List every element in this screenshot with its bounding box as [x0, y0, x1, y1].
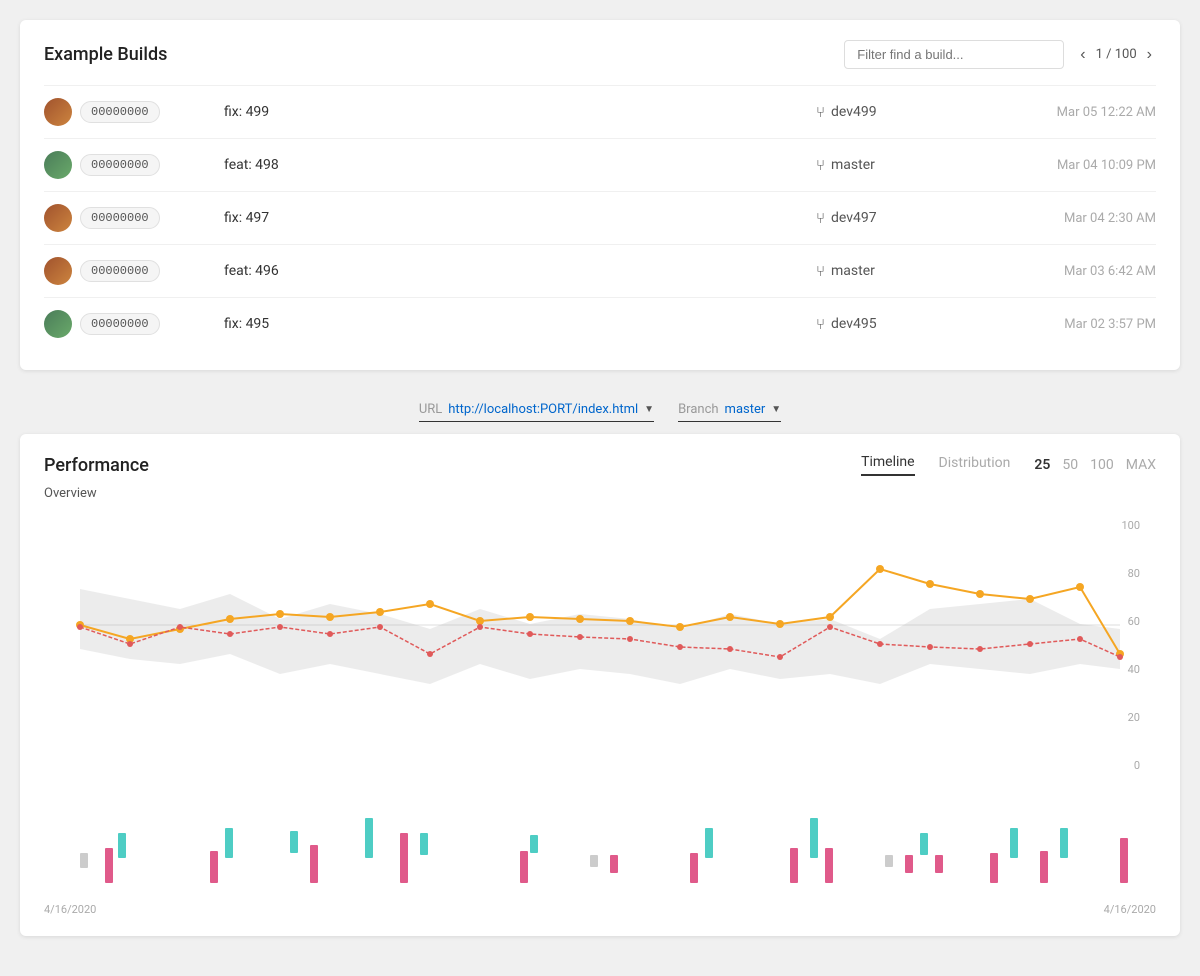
svg-text:60: 60 — [1128, 615, 1140, 628]
svg-text:20: 20 — [1128, 711, 1140, 724]
branch-label: Branch — [678, 402, 718, 417]
date-end: 4/16/2020 — [1104, 903, 1156, 916]
avatar — [44, 98, 72, 126]
build-branch: ⑂ master — [816, 156, 996, 174]
svg-text:40: 40 — [1128, 663, 1140, 676]
branch-icon: ⑂ — [816, 209, 825, 227]
pagination-label: 1 / 100 — [1096, 47, 1137, 62]
url-label: URL — [419, 402, 442, 417]
build-branch: ⑂ dev499 — [816, 103, 996, 121]
builds-title: Example Builds — [44, 44, 167, 65]
count-100[interactable]: 100 — [1090, 457, 1114, 473]
build-branch: ⑂ master — [816, 262, 996, 280]
avatar — [44, 151, 72, 179]
branch-control[interactable]: Branch master ▼ — [678, 402, 781, 422]
branch-dropdown-arrow: ▼ — [771, 404, 781, 415]
table-row[interactable]: 00000000 fix: 495 ⑂ dev495 Mar 02 3:57 P… — [44, 297, 1156, 350]
builds-controls: ‹ 1 / 100 › — [844, 40, 1156, 69]
build-date: Mar 05 12:22 AM — [996, 105, 1156, 120]
table-row[interactable]: 00000000 fix: 499 ⑂ dev499 Mar 05 12:22 … — [44, 85, 1156, 138]
build-id-wrap: 00000000 — [44, 98, 224, 126]
tab-timeline[interactable]: Timeline — [861, 454, 914, 476]
branch-name: dev497 — [831, 210, 877, 226]
date-labels: 4/16/2020 4/16/2020 — [44, 903, 1156, 916]
build-label: feat: 496 — [224, 263, 816, 279]
build-date: Mar 04 10:09 PM — [996, 158, 1156, 173]
builds-card: Example Builds ‹ 1 / 100 › 00000000 fix:… — [20, 20, 1180, 370]
build-label: fix: 495 — [224, 316, 816, 332]
build-id-badge: 00000000 — [80, 313, 160, 335]
perf-counts: 25 50 100 MAX — [1034, 457, 1156, 473]
table-row[interactable]: 00000000 feat: 498 ⑂ master Mar 04 10:09… — [44, 138, 1156, 191]
tab-distribution[interactable]: Distribution — [939, 455, 1011, 475]
build-label: fix: 499 — [224, 104, 816, 120]
count-max[interactable]: MAX — [1126, 457, 1156, 473]
count-50[interactable]: 50 — [1062, 457, 1078, 473]
date-start: 4/16/2020 — [44, 903, 96, 916]
branch-name: master — [831, 263, 875, 279]
branch-icon: ⑂ — [816, 262, 825, 280]
build-date: Mar 02 3:57 PM — [996, 317, 1156, 332]
prev-page-button[interactable]: ‹ — [1076, 44, 1089, 66]
builds-list: 00000000 fix: 499 ⑂ dev499 Mar 05 12:22 … — [44, 85, 1156, 350]
avatar — [44, 257, 72, 285]
build-date: Mar 04 2:30 AM — [996, 211, 1156, 226]
count-25[interactable]: 25 — [1034, 457, 1050, 473]
svg-text:80: 80 — [1128, 567, 1140, 580]
branch-value: master — [725, 402, 766, 417]
branch-icon: ⑂ — [816, 315, 825, 333]
url-dropdown-arrow: ▼ — [644, 404, 654, 415]
build-label: feat: 498 — [224, 157, 816, 173]
avatar — [44, 310, 72, 338]
filter-input[interactable] — [844, 40, 1064, 69]
build-id-wrap: 00000000 — [44, 257, 224, 285]
builds-header: Example Builds ‹ 1 / 100 › — [44, 40, 1156, 69]
performance-card: Performance Timeline Distribution 25 50 … — [20, 434, 1180, 936]
build-id-badge: 00000000 — [80, 154, 160, 176]
build-id-badge: 00000000 — [80, 260, 160, 282]
build-id-wrap: 00000000 — [44, 151, 224, 179]
performance-chart: 100 80 60 40 20 0 — [44, 509, 1156, 809]
build-branch: ⑂ dev495 — [816, 315, 996, 333]
branch-name: dev499 — [831, 104, 877, 120]
build-date: Mar 03 6:42 AM — [996, 264, 1156, 279]
build-label: fix: 497 — [224, 210, 816, 226]
build-id-wrap: 00000000 — [44, 204, 224, 232]
url-value: http://localhost:PORT/index.html — [448, 402, 638, 417]
svg-text:100: 100 — [1121, 519, 1140, 532]
branch-name: dev495 — [831, 316, 877, 332]
perf-header: Performance Timeline Distribution 25 50 … — [44, 454, 1156, 476]
next-page-button[interactable]: › — [1143, 44, 1156, 66]
build-id-badge: 00000000 — [80, 207, 160, 229]
bar-chart — [44, 813, 1156, 893]
avatar — [44, 204, 72, 232]
url-control[interactable]: URL http://localhost:PORT/index.html ▼ — [419, 402, 654, 422]
svg-text:0: 0 — [1134, 759, 1140, 772]
branch-icon: ⑂ — [816, 156, 825, 174]
overview-label: Overview — [44, 486, 1156, 501]
table-row[interactable]: 00000000 fix: 497 ⑂ dev497 Mar 04 2:30 A… — [44, 191, 1156, 244]
pagination: ‹ 1 / 100 › — [1076, 44, 1156, 66]
build-branch: ⑂ dev497 — [816, 209, 996, 227]
table-row[interactable]: 00000000 feat: 496 ⑂ master Mar 03 6:42 … — [44, 244, 1156, 297]
url-branch-bar: URL http://localhost:PORT/index.html ▼ B… — [20, 390, 1180, 434]
chart-container: 100 80 60 40 20 0 — [44, 509, 1156, 897]
build-id-wrap: 00000000 — [44, 310, 224, 338]
perf-title: Performance — [44, 455, 149, 476]
build-id-badge: 00000000 — [80, 101, 160, 123]
perf-tabs: Timeline Distribution — [861, 454, 1010, 476]
branch-name: master — [831, 157, 875, 173]
branch-icon: ⑂ — [816, 103, 825, 121]
